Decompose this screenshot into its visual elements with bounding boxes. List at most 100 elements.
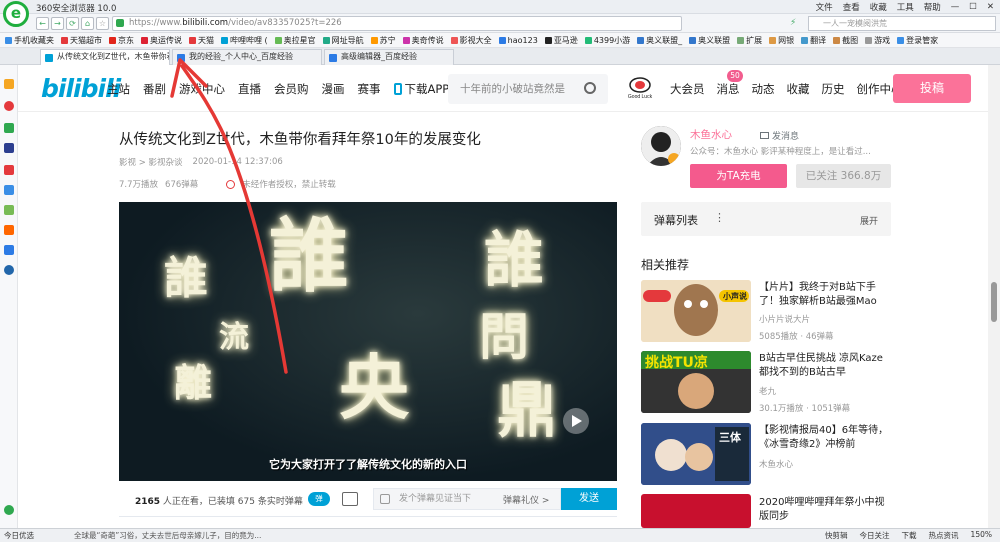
related-video-title[interactable]: B站古早住民挑战 凉风Kaze 都找不到的B站古早: [759, 352, 891, 380]
bookmark-item[interactable]: hao123: [498, 36, 538, 45]
bookmark-item[interactable]: 奥拉星官: [274, 35, 316, 46]
menu-view[interactable]: 查看: [843, 1, 860, 13]
forward-icon[interactable]: →: [51, 16, 64, 30]
search-icon[interactable]: [584, 82, 596, 94]
nav-dynamics[interactable]: 动态: [752, 81, 775, 97]
menu-file[interactable]: 文件: [816, 1, 833, 13]
status-today-focus[interactable]: 今日关注: [860, 530, 890, 541]
upload-button[interactable]: 投稿: [893, 74, 971, 103]
video-player[interactable]: 誰 誰 誰 問 流 離 鼎 央 它为大家打开了了解传统文化的新的入口: [119, 202, 617, 481]
bookmark-item[interactable]: 影视大全: [450, 35, 492, 46]
shopping-icon[interactable]: [4, 165, 14, 175]
maximize-icon[interactable]: ☐: [969, 2, 977, 12]
nav-vip[interactable]: 大会员: [670, 81, 705, 97]
related-author[interactable]: 木鱼水心: [759, 458, 793, 470]
danmaku-etiquette-link[interactable]: 弹幕礼仪 >: [503, 493, 549, 506]
bookmark-item[interactable]: 游戏: [865, 35, 890, 46]
bookmark-item[interactable]: 苏宁: [370, 35, 396, 46]
font-icon[interactable]: [380, 494, 390, 504]
menu-favorites[interactable]: 收藏: [870, 1, 887, 13]
nav-game-center[interactable]: 游戏中心: [179, 81, 225, 97]
tab-baidu-jingyan-profile[interactable]: 我的经验_个人中心_百度经验: [172, 49, 322, 65]
bookmark-item[interactable]: 手机收藏夹: [5, 35, 54, 46]
bookmark-item[interactable]: 奥义联盟_: [637, 35, 682, 46]
danmaku-settings-icon[interactable]: [342, 492, 358, 506]
nav-download-app[interactable]: 下载APP: [393, 81, 449, 97]
pay-icon[interactable]: [4, 265, 14, 275]
related-thumbnail[interactable]: 三体: [641, 423, 751, 485]
back-icon[interactable]: ←: [36, 16, 49, 30]
status-quick-edit[interactable]: 快剪辑: [825, 530, 848, 541]
game-icon[interactable]: [4, 205, 14, 215]
status-today-pick[interactable]: 今日优选: [4, 530, 34, 541]
send-message-link[interactable]: 发消息: [760, 129, 799, 142]
bookmark-item[interactable]: 奥奇传说: [402, 35, 444, 46]
nav-anime[interactable]: 番剧: [143, 81, 166, 97]
danmaku-toggle[interactable]: 弹: [308, 492, 330, 506]
status-hot-news[interactable]: 热点资讯: [929, 530, 959, 541]
bookmark-item[interactable]: 天猫: [189, 35, 214, 46]
bookmark-item[interactable]: 截图: [833, 35, 858, 46]
add-icon[interactable]: [4, 505, 14, 515]
bookmark-item[interactable]: 网址导航: [322, 35, 364, 46]
close-icon[interactable]: ✕: [987, 2, 994, 12]
bookmark-item[interactable]: 亚马逊: [544, 35, 578, 46]
menu-help[interactable]: 帮助: [924, 1, 941, 13]
related-author[interactable]: 小片片说大片: [759, 313, 810, 325]
uploader-avatar[interactable]: [641, 126, 681, 166]
status-download[interactable]: 下载: [902, 530, 917, 541]
related-video-title[interactable]: 【影视情报局40】6年等待，《冰雪奇缘2》冲榜前: [759, 424, 891, 452]
menu-tools[interactable]: 工具: [897, 1, 914, 13]
status-zoom[interactable]: 150%: [971, 530, 992, 541]
nav-live[interactable]: 直播: [238, 81, 261, 97]
refresh-icon[interactable]: ⟳: [66, 16, 79, 30]
expand-link[interactable]: 展开: [860, 214, 878, 227]
tab-baidu-editor[interactable]: 高级编辑器_百度经验: [324, 49, 454, 65]
mail-icon[interactable]: [4, 123, 14, 133]
video-category[interactable]: 影视 > 影视杂谈: [119, 156, 183, 168]
bookmark-item[interactable]: 天猫超市: [61, 35, 102, 46]
lightning-icon[interactable]: ⚡: [790, 18, 796, 28]
minimize-icon[interactable]: —: [951, 2, 960, 12]
good-luck-icon[interactable]: Good Luck: [626, 76, 654, 100]
bookmark-item[interactable]: 哔哩哔哩 (: [221, 35, 268, 46]
bookmark-item[interactable]: 奥义联盟: [689, 35, 730, 46]
app-icon[interactable]: [4, 143, 14, 153]
related-video-title[interactable]: 【片片】我终于对B站下手了！独家解析B站最强Mao: [759, 281, 891, 309]
star-icon[interactable]: [4, 79, 14, 89]
uploader-name[interactable]: 木鱼水心: [690, 127, 732, 142]
nav-messages[interactable]: 消息: [717, 81, 740, 97]
nav-esports[interactable]: 赛事: [358, 81, 381, 97]
bookmark-item[interactable]: 登录管家: [897, 35, 938, 46]
bookmark-item[interactable]: 奥运传说: [141, 35, 182, 46]
nav-member-shop[interactable]: 会员购: [274, 81, 309, 97]
related-author[interactable]: 老九: [759, 385, 776, 397]
browser-search-input[interactable]: 一人一宠模阅洪荒: [808, 16, 996, 31]
charge-button[interactable]: 为TA充电: [690, 164, 787, 188]
bookmark-item[interactable]: 京东: [109, 35, 134, 46]
more-options-icon[interactable]: ⋮: [714, 211, 725, 224]
bookmark-item[interactable]: 扩展: [737, 35, 762, 46]
danmaku-send-button[interactable]: 发送: [561, 488, 617, 510]
related-thumbnail[interactable]: 挑战TU凉: [641, 351, 751, 413]
nav-manga[interactable]: 漫画: [322, 81, 345, 97]
weibo-icon[interactable]: [4, 101, 14, 111]
home-icon[interactable]: ⌂: [81, 16, 94, 30]
status-news-ticker[interactable]: 全球最“奇葩”习俗，丈夫去世后母亲嫁儿子，目的竟为...: [74, 530, 261, 541]
nav-favorites[interactable]: 收藏: [787, 81, 810, 97]
nav-history[interactable]: 历史: [822, 81, 845, 97]
related-thumbnail[interactable]: [641, 494, 751, 528]
tab-bilibili-video[interactable]: 从传统文化到Z世代，木鱼带你看: [40, 49, 170, 65]
address-bar[interactable]: https://www.bilibili.com/video/av8335702…: [112, 16, 682, 31]
favorite-star-icon[interactable]: ☆: [96, 16, 109, 30]
bookmark-item[interactable]: 翻译: [801, 35, 826, 46]
video-icon[interactable]: [4, 225, 14, 235]
chat-icon[interactable]: [4, 185, 14, 195]
followed-button[interactable]: 已关注 366.8万: [796, 164, 891, 188]
cloud-icon[interactable]: [4, 245, 14, 255]
bookmark-item[interactable]: 网银: [769, 35, 794, 46]
nav-main-site[interactable]: 主站: [107, 81, 130, 97]
bookmark-item[interactable]: 4399小游: [584, 35, 630, 46]
scrollbar-thumb[interactable]: [991, 282, 997, 322]
related-thumbnail[interactable]: 小声说: [641, 280, 751, 342]
